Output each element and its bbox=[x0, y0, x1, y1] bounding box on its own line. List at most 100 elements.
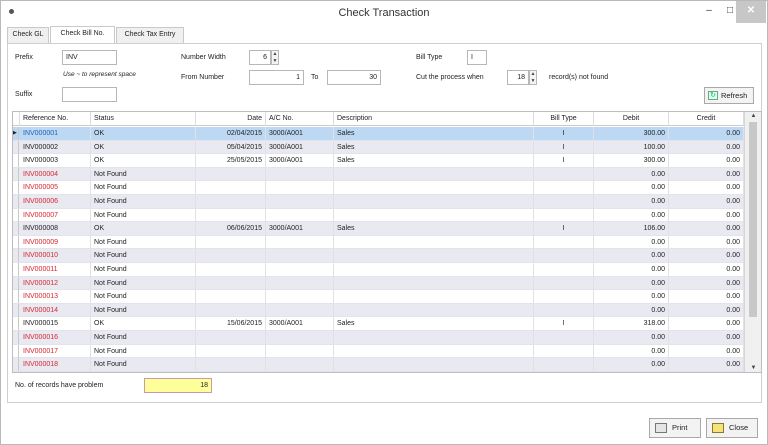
cell-debit[interactable]: 106.00 bbox=[594, 222, 669, 236]
cell-description[interactable]: Sales bbox=[334, 222, 534, 236]
cell-date[interactable] bbox=[196, 249, 266, 263]
row-indicator[interactable] bbox=[13, 263, 19, 276]
table-row[interactable]: INV000013 Not Found 0.00 0.00 bbox=[13, 290, 744, 304]
cell-credit[interactable]: 0.00 bbox=[669, 154, 744, 168]
cell-ac-no[interactable] bbox=[266, 358, 334, 372]
cell-reference-no[interactable]: INV000009 bbox=[20, 235, 91, 249]
table-row[interactable]: INV000018 Not Found 0.00 0.00 bbox=[13, 358, 744, 372]
cell-credit[interactable]: 0.00 bbox=[669, 208, 744, 222]
cut-process-field[interactable]: 18 bbox=[507, 70, 529, 85]
cell-status[interactable]: Not Found bbox=[91, 331, 196, 344]
col-reference-no[interactable]: Reference No. bbox=[20, 112, 91, 126]
cell-date[interactable] bbox=[196, 235, 266, 249]
cell-description[interactable] bbox=[334, 358, 534, 372]
cell-description[interactable] bbox=[334, 290, 534, 304]
col-ac-no[interactable]: A/C No. bbox=[266, 112, 334, 126]
cell-date[interactable]: 05/04/2015 bbox=[196, 140, 266, 154]
cell-ac-no[interactable] bbox=[266, 249, 334, 263]
from-number-field[interactable]: 1 bbox=[249, 70, 304, 85]
cell-bill-type[interactable] bbox=[534, 235, 594, 249]
cell-credit[interactable]: 0.00 bbox=[669, 303, 744, 317]
cell-status[interactable]: OK bbox=[91, 140, 196, 154]
cell-date[interactable] bbox=[196, 344, 266, 358]
row-indicator[interactable] bbox=[13, 208, 19, 222]
cell-status[interactable]: Not Found bbox=[91, 181, 196, 195]
cell-debit[interactable]: 0.00 bbox=[594, 263, 669, 276]
cell-debit[interactable]: 0.00 bbox=[594, 208, 669, 222]
cell-bill-type[interactable] bbox=[534, 181, 594, 195]
cell-date[interactable]: 15/06/2015 bbox=[196, 317, 266, 331]
cell-date[interactable]: 06/06/2015 bbox=[196, 222, 266, 236]
cell-bill-type[interactable] bbox=[534, 276, 594, 290]
cell-ac-no[interactable]: 3000/A001 bbox=[266, 222, 334, 236]
cell-description[interactable] bbox=[334, 181, 534, 195]
row-indicator[interactable] bbox=[13, 181, 19, 195]
cell-status[interactable]: OK bbox=[91, 317, 196, 331]
cut-process-spinner[interactable]: ▲ ▼ bbox=[529, 70, 537, 85]
cell-reference-no[interactable]: INV000004 bbox=[20, 167, 91, 181]
cell-debit[interactable]: 0.00 bbox=[594, 358, 669, 372]
cell-credit[interactable]: 0.00 bbox=[669, 167, 744, 181]
cell-bill-type[interactable] bbox=[534, 263, 594, 276]
table-row[interactable]: INV000015 OK 15/06/2015 3000/A001 Sales I 318.… bbox=[13, 317, 744, 331]
cell-reference-no[interactable]: INV000001 bbox=[20, 127, 91, 140]
refresh-button[interactable]: ↻ Refresh bbox=[704, 87, 754, 104]
cell-credit[interactable]: 0.00 bbox=[669, 263, 744, 276]
table-row[interactable]: INV000001OK02/04/20153000/A001SalesI300.… bbox=[13, 127, 744, 141]
cell-status[interactable]: Not Found bbox=[91, 167, 196, 181]
cell-date[interactable] bbox=[196, 195, 266, 208]
cell-status[interactable]: Not Found bbox=[91, 195, 196, 208]
cell-ac-no[interactable] bbox=[266, 235, 334, 249]
cell-debit[interactable]: 0.00 bbox=[594, 276, 669, 290]
cell-debit[interactable]: 318.00 bbox=[594, 317, 669, 331]
table-row[interactable]: INV000007 Not Found 0.00 0.00 bbox=[13, 208, 744, 223]
cell-debit[interactable]: 300.00 bbox=[594, 154, 669, 168]
table-row[interactable]: INV000011 Not Found 0.00 0.00 bbox=[13, 263, 744, 277]
cell-reference-no[interactable]: INV000017 bbox=[20, 344, 91, 358]
cell-date[interactable] bbox=[196, 290, 266, 304]
cell-debit[interactable]: 0.00 bbox=[594, 167, 669, 181]
cell-description[interactable]: Sales bbox=[334, 140, 534, 154]
cell-status[interactable]: Not Found bbox=[91, 263, 196, 276]
table-row[interactable]: INV000004 Not Found 0.00 0.00 bbox=[13, 167, 744, 182]
row-indicator[interactable] bbox=[13, 140, 19, 154]
cell-ac-no[interactable] bbox=[266, 303, 334, 317]
close-button[interactable]: Close bbox=[706, 418, 758, 438]
row-indicator[interactable] bbox=[13, 290, 19, 304]
row-indicator[interactable] bbox=[13, 154, 19, 168]
cell-reference-no[interactable]: INV000015 bbox=[20, 317, 91, 331]
cell-debit[interactable]: 300.00 bbox=[594, 127, 669, 140]
cell-status[interactable]: Not Found bbox=[91, 235, 196, 249]
cell-reference-no[interactable]: INV000003 bbox=[20, 154, 91, 168]
cell-status[interactable]: Not Found bbox=[91, 249, 196, 263]
scroll-up-icon[interactable]: ▲ bbox=[745, 113, 761, 119]
table-row[interactable]: INV000010 Not Found 0.00 0.00 bbox=[13, 249, 744, 263]
row-indicator[interactable] bbox=[13, 317, 19, 331]
cell-credit[interactable]: 0.00 bbox=[669, 331, 744, 344]
cell-bill-type[interactable] bbox=[534, 290, 594, 304]
cell-bill-type[interactable]: I bbox=[534, 222, 594, 236]
cell-credit[interactable]: 0.00 bbox=[669, 276, 744, 290]
cell-reference-no[interactable]: INV000013 bbox=[20, 290, 91, 304]
cell-ac-no[interactable] bbox=[266, 276, 334, 290]
cell-reference-no[interactable]: INV000008 bbox=[20, 222, 91, 236]
table-row[interactable]: INV000017 Not Found 0.00 0.00 bbox=[13, 344, 744, 359]
to-number-field[interactable]: 30 bbox=[327, 70, 381, 85]
cell-bill-type[interactable] bbox=[534, 195, 594, 208]
cell-description[interactable] bbox=[334, 249, 534, 263]
prefix-field[interactable]: INV bbox=[62, 50, 117, 65]
cell-ac-no[interactable]: 3000/A001 bbox=[266, 317, 334, 331]
cell-credit[interactable]: 0.00 bbox=[669, 195, 744, 208]
cell-credit[interactable]: 0.00 bbox=[669, 344, 744, 358]
scroll-down-icon[interactable]: ▼ bbox=[745, 365, 761, 371]
cell-description[interactable]: Sales bbox=[334, 154, 534, 168]
cell-debit[interactable]: 0.00 bbox=[594, 303, 669, 317]
cell-ac-no[interactable] bbox=[266, 290, 334, 304]
cell-debit[interactable]: 0.00 bbox=[594, 195, 669, 208]
cell-date[interactable] bbox=[196, 208, 266, 222]
grid-vertical-scrollbar[interactable]: ▲ ▼ bbox=[744, 112, 761, 372]
cell-description[interactable] bbox=[334, 208, 534, 222]
cell-debit[interactable]: 0.00 bbox=[594, 181, 669, 195]
cell-bill-type[interactable]: I bbox=[534, 154, 594, 168]
cell-bill-type[interactable] bbox=[534, 344, 594, 358]
